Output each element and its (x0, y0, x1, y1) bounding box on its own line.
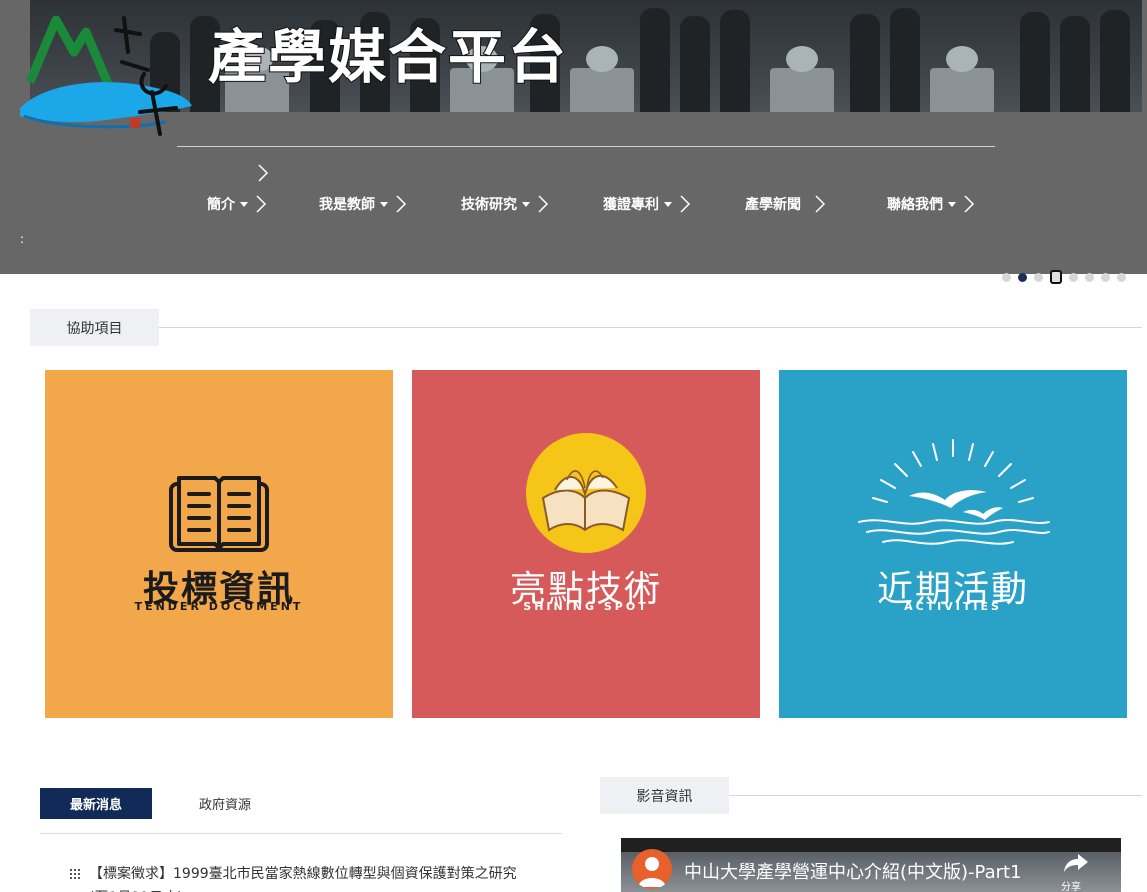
header-divider (177, 146, 995, 147)
share-label: 分享 (1061, 882, 1081, 892)
news-item-text: 【標案徵求】1999臺北市民當家熱線數位轉型與個資保護對策之研究 (至1月22日… (89, 866, 517, 892)
assist-section-header: 協助項目 (30, 309, 1142, 346)
card-activities[interactable]: 近期活動 ACTIVITIES (779, 370, 1127, 718)
card-shining-spot[interactable]: 亮點技術 SHINING SPOT (412, 370, 760, 718)
nav-item-label: 獲證專利 (603, 197, 659, 213)
chevron-right-icon (678, 194, 692, 214)
nav-item-patents[interactable]: 獲證專利 (603, 190, 692, 218)
site-header: 產學媒合平台 簡介 我是教師 技術研究 獲證專利 產學新聞 聯絡我們: (0, 0, 1147, 274)
nav-item-intro[interactable]: 簡介 (207, 190, 268, 218)
chevron-right-icon (256, 163, 270, 183)
caret-down-icon (380, 201, 388, 207)
carousel-dot[interactable] (1002, 272, 1011, 282)
card-tender-document[interactable]: 投標資訊 TENDER DOCUMENT (45, 370, 393, 718)
stray-text: : (20, 232, 25, 246)
caret-down-icon (948, 201, 956, 207)
carousel-dot[interactable] (1050, 270, 1062, 284)
nav-item-teacher[interactable]: 我是教師 (319, 190, 408, 218)
chevron-right-icon (536, 194, 550, 214)
section-divider (159, 327, 1142, 328)
chevron-right-icon (813, 194, 827, 214)
caret-down-icon (522, 201, 530, 207)
caret-down-icon (664, 201, 672, 207)
section-title: 協助項目 (30, 309, 159, 346)
main-navigation: 簡介 我是教師 技術研究 獲證專利 產學新聞 聯絡我們 (0, 190, 1147, 218)
media-section-header: 影音資訊 (600, 777, 1142, 814)
card-subtitle: TENDER DOCUMENT (134, 600, 304, 613)
carousel-dot[interactable] (1117, 272, 1126, 282)
video-title[interactable]: 中山大學產學營運中心介紹(中文版)-Part1 (684, 858, 1022, 884)
nav-item-contact[interactable]: 聯絡我們 (887, 190, 976, 218)
hero-banner-photo (30, 0, 1142, 112)
nav-item-label: 聯絡我們 (887, 197, 943, 213)
nav-item-label: 技術研究 (461, 197, 517, 213)
nav-item-news[interactable]: 產學新聞 (745, 190, 827, 218)
news-list-item[interactable]: 【標案徵求】1999臺北市民當家熱線數位轉型與個資保護對策之研究 (至1月22日… (70, 862, 540, 892)
video-player[interactable]: 中山大學產學營運中心介紹(中文版)-Part1 分享 (621, 838, 1121, 892)
open-book-outline-icon (169, 476, 269, 552)
carousel-dot[interactable] (1018, 272, 1027, 282)
channel-avatar[interactable] (632, 849, 672, 889)
grid-bullet-icon (70, 869, 80, 879)
carousel-dot[interactable] (1069, 272, 1078, 282)
carousel-pagination (1002, 270, 1133, 284)
user-avatar-icon (638, 857, 666, 887)
site-title: 產學媒合平台 (207, 23, 569, 91)
news-tabs: 最新消息 政府資源 (40, 788, 562, 834)
carousel-dot[interactable] (1034, 272, 1043, 282)
university-logo[interactable] (16, 12, 194, 138)
nav-item-label: 簡介 (207, 197, 235, 213)
tab-latest-news[interactable]: 最新消息 (40, 788, 152, 819)
open-book-yellow-circle-icon (526, 433, 646, 553)
card-subtitle: SHINING SPOT (523, 600, 649, 613)
carousel-dot[interactable] (1085, 272, 1094, 282)
caret-down-icon (240, 201, 248, 207)
card-subtitle: ACTIVITIES (904, 600, 1002, 613)
tab-government-resources[interactable]: 政府資源 (180, 788, 270, 819)
section-divider (729, 795, 1142, 796)
nav-item-label: 我是教師 (319, 197, 375, 213)
nav-item-research[interactable]: 技術研究 (461, 190, 550, 218)
nav-item-label: 產學新聞 (745, 197, 801, 213)
seagull-sunrise-icon (858, 439, 1050, 545)
chevron-right-icon (962, 194, 976, 214)
share-icon[interactable] (1063, 852, 1089, 874)
chevron-right-icon (254, 194, 268, 214)
university-logo-icon (20, 15, 192, 136)
chevron-right-icon (394, 194, 408, 214)
carousel-dot[interactable] (1101, 272, 1110, 282)
section-title: 影音資訊 (600, 777, 729, 814)
